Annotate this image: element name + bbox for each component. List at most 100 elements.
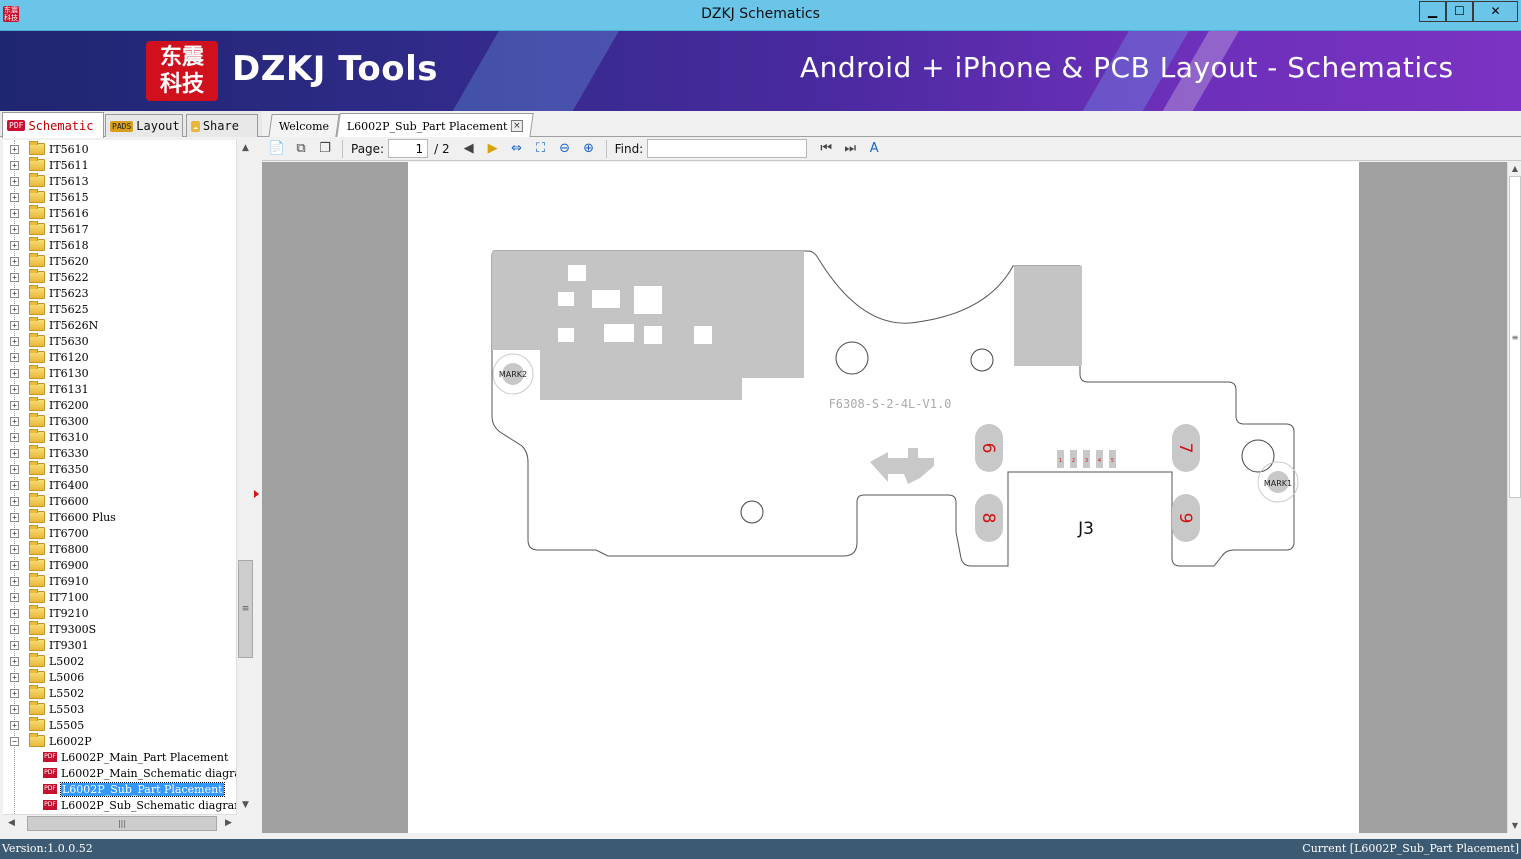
expand-icon[interactable]: +: [10, 416, 19, 426]
tree-folder-item[interactable]: + IT6200: [3, 397, 89, 413]
tree-folder-item[interactable]: + IT6900: [3, 557, 89, 573]
expand-icon[interactable]: +: [10, 144, 19, 154]
scroll-left-icon[interactable]: ◀: [3, 815, 20, 832]
find-input[interactable]: [647, 139, 808, 158]
zoom-out-icon[interactable]: ⊖: [556, 140, 574, 158]
expand-icon[interactable]: +: [10, 240, 19, 250]
scroll-up-icon[interactable]: ▲: [1508, 162, 1521, 176]
expand-icon[interactable]: +: [10, 400, 19, 410]
tree-folder-item[interactable]: + IT5626N: [3, 317, 98, 333]
expand-icon[interactable]: +: [10, 176, 19, 186]
expand-icon[interactable]: +: [10, 608, 19, 618]
tree-folder-item[interactable]: + IT9301: [3, 637, 89, 653]
expand-icon[interactable]: +: [10, 304, 19, 314]
expand-icon[interactable]: +: [10, 320, 19, 330]
tree-file-item[interactable]: PDF L6002P_Sub_Schematic diagram: [3, 797, 237, 813]
tree-folder-item[interactable]: + IT5622: [3, 269, 89, 285]
tree-folder-item[interactable]: + IT6600 Plus: [3, 509, 116, 525]
expand-icon[interactable]: +: [10, 576, 19, 586]
minimize-button[interactable]: ▁: [1419, 1, 1446, 22]
expand-icon[interactable]: +: [10, 368, 19, 378]
tree-file-item[interactable]: PDF L6002P_Main_Schematic diagram: [3, 765, 237, 781]
tree-folder-item[interactable]: + IT9210: [3, 605, 89, 621]
expand-icon[interactable]: +: [10, 624, 19, 634]
zoom-in-icon[interactable]: ⊕: [580, 140, 598, 158]
tree-folder-item[interactable]: + IT5620: [3, 253, 89, 269]
tree-folder-item[interactable]: + IT5623: [3, 285, 89, 301]
find-previous-icon[interactable]: ⏮: [817, 140, 835, 158]
tree-folder-item[interactable]: + IT6800: [3, 541, 89, 557]
expand-icon[interactable]: +: [10, 288, 19, 298]
tree-folder-item[interactable]: + IT6131: [3, 381, 89, 397]
expand-icon[interactable]: +: [10, 480, 19, 490]
tree-folder-item[interactable]: + IT6130: [3, 365, 89, 381]
tree-folder-item-open[interactable]: − L6002P: [3, 733, 92, 749]
file-tree[interactable]: + IT5610 + IT5611 + IT5613 + IT5615 + IT5616 + IT56…: [3, 140, 237, 814]
scroll-thumb[interactable]: |||: [27, 816, 217, 831]
highlight-text-icon[interactable]: A: [865, 140, 883, 158]
expand-icon[interactable]: +: [10, 688, 19, 698]
tree-folder-item[interactable]: + IT9300S: [3, 621, 96, 637]
fit-page-icon[interactable]: ⛶: [532, 140, 550, 158]
copy-icon[interactable]: ⧉: [292, 140, 310, 158]
scroll-thumb[interactable]: ≡: [1509, 176, 1521, 498]
expand-icon[interactable]: +: [10, 528, 19, 538]
tree-folder-item[interactable]: + IT5625: [3, 301, 89, 317]
scroll-down-icon[interactable]: ▼: [1508, 819, 1521, 833]
tab-layout[interactable]: PADS Layout: [105, 114, 183, 137]
fit-width-icon[interactable]: ⇔: [508, 140, 526, 158]
tree-folder-item[interactable]: + IT7100: [3, 589, 89, 605]
maximize-button[interactable]: ☐: [1446, 1, 1473, 22]
expand-icon[interactable]: +: [10, 256, 19, 266]
tree-folder-item[interactable]: + L5503: [3, 701, 84, 717]
tree-folder-item[interactable]: + IT6330: [3, 445, 89, 461]
collapse-arrow-icon[interactable]: [254, 490, 259, 498]
tree-folder-item[interactable]: + L5505: [3, 717, 84, 733]
expand-icon[interactable]: +: [10, 432, 19, 442]
expand-icon[interactable]: +: [10, 448, 19, 458]
expand-icon[interactable]: +: [10, 496, 19, 506]
tree-folder-item[interactable]: + IT5618: [3, 237, 89, 253]
document-vertical-scrollbar[interactable]: ▲ ≡ ▼: [1507, 162, 1521, 833]
expand-icon[interactable]: +: [10, 336, 19, 346]
tree-folder-item[interactable]: + IT6600: [3, 493, 89, 509]
expand-icon[interactable]: +: [10, 656, 19, 666]
expand-icon[interactable]: +: [10, 208, 19, 218]
find-next-icon[interactable]: ⏭: [841, 140, 859, 158]
tree-folder-item[interactable]: + IT5615: [3, 189, 89, 205]
scroll-up-icon[interactable]: ▲: [237, 140, 254, 157]
tab-schematic[interactable]: PDF Schematic: [2, 112, 104, 138]
expand-icon[interactable]: +: [10, 560, 19, 570]
close-tab-icon[interactable]: ×: [510, 120, 523, 132]
tree-file-item[interactable]: PDF L6002P_Sub_Part Placement: [3, 781, 225, 797]
tree-folder-item[interactable]: + IT5630: [3, 333, 89, 349]
expand-icon[interactable]: +: [10, 384, 19, 394]
tree-folder-item[interactable]: + L5502: [3, 685, 84, 701]
expand-icon[interactable]: +: [10, 672, 19, 682]
next-page-icon[interactable]: ▶: [484, 140, 502, 158]
panel-splitter[interactable]: [253, 140, 261, 832]
expand-icon[interactable]: +: [10, 704, 19, 714]
pages-icon[interactable]: ❐: [316, 140, 334, 158]
expand-icon[interactable]: +: [10, 272, 19, 282]
tree-vertical-scrollbar[interactable]: ▲ ≡ ▼: [236, 140, 253, 814]
expand-icon[interactable]: +: [10, 464, 19, 474]
tree-folder-item[interactable]: + IT6700: [3, 525, 89, 541]
page-number-input[interactable]: [388, 139, 429, 158]
tree-folder-item[interactable]: + IT6910: [3, 573, 89, 589]
previous-page-icon[interactable]: ◀: [460, 140, 478, 158]
expand-icon[interactable]: +: [10, 720, 19, 730]
tree-folder-item[interactable]: + IT6310: [3, 429, 89, 445]
expand-icon[interactable]: +: [10, 544, 19, 554]
expand-icon[interactable]: +: [10, 512, 19, 522]
expand-icon[interactable]: +: [10, 592, 19, 602]
tree-folder-item[interactable]: + IT5613: [3, 173, 89, 189]
expand-icon[interactable]: +: [10, 160, 19, 170]
expand-icon[interactable]: +: [10, 224, 19, 234]
scroll-down-icon[interactable]: ▼: [237, 797, 254, 814]
tree-horizontal-scrollbar[interactable]: ◀ ||| ▶: [3, 814, 237, 831]
tree-folder-item[interactable]: + IT5616: [3, 205, 89, 221]
tree-folder-item[interactable]: + IT6350: [3, 461, 89, 477]
tree-file-item[interactable]: PDF L6002P_Main_Part Placement: [3, 749, 228, 765]
open-document-icon[interactable]: 📄: [268, 140, 286, 158]
